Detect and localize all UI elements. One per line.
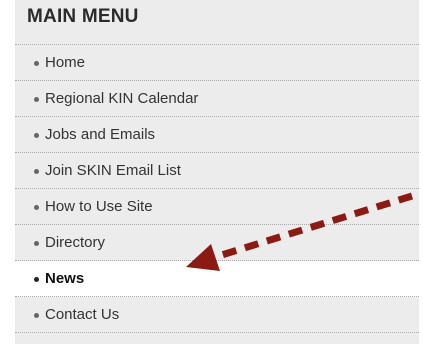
menu-item-label[interactable]: Jobs and Emails <box>45 126 155 143</box>
menu-item-contact-us[interactable]: Contact Us <box>15 297 419 333</box>
menu-item-how-to-use-site[interactable]: How to Use Site <box>15 189 419 225</box>
menu-item-news[interactable]: News <box>15 261 419 297</box>
bullet-icon <box>34 313 39 318</box>
bullet-icon <box>34 205 39 210</box>
menu-title: MAIN MENU <box>27 6 139 27</box>
menu-item-jobs-and-emails[interactable]: Jobs and Emails <box>15 117 419 153</box>
bullet-icon <box>34 277 39 282</box>
bullet-icon <box>34 241 39 246</box>
menu-item-label[interactable]: Home <box>45 54 85 71</box>
main-menu-panel: MAIN MENU Home Regional KIN Calendar Job… <box>15 0 419 344</box>
menu-list: Home Regional KIN Calendar Jobs and Emai… <box>15 44 419 333</box>
menu-item-label[interactable]: News <box>45 270 84 287</box>
menu-item-label[interactable]: Regional KIN Calendar <box>45 90 198 107</box>
menu-item-regional-kin-calendar[interactable]: Regional KIN Calendar <box>15 81 419 117</box>
bullet-icon <box>34 133 39 138</box>
menu-item-label[interactable]: Contact Us <box>45 306 119 323</box>
bullet-icon <box>34 61 39 66</box>
menu-item-join-skin-email-list[interactable]: Join SKIN Email List <box>15 153 419 189</box>
menu-item-directory[interactable]: Directory <box>15 225 419 261</box>
bullet-icon <box>34 169 39 174</box>
bullet-icon <box>34 97 39 102</box>
menu-item-label[interactable]: How to Use Site <box>45 198 153 215</box>
menu-item-label[interactable]: Join SKIN Email List <box>45 162 181 179</box>
menu-item-home[interactable]: Home <box>15 45 419 81</box>
menu-item-label[interactable]: Directory <box>45 234 105 251</box>
